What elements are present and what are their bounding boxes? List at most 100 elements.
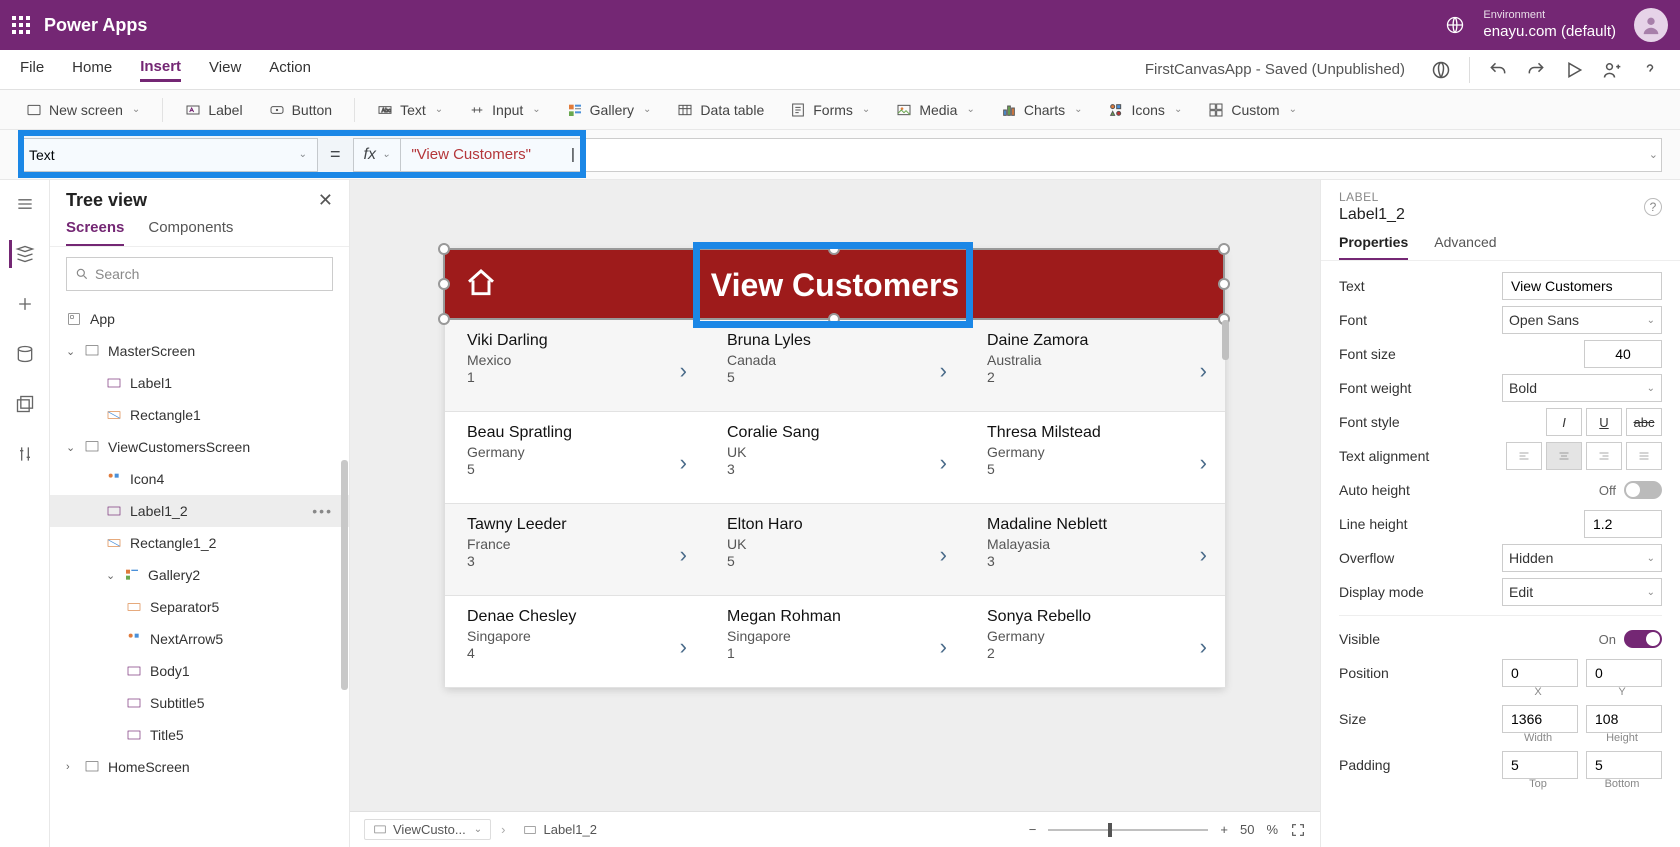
menu-file[interactable]: File [20, 59, 44, 80]
breadcrumb-screen[interactable]: ViewCusto...⌄ [364, 819, 491, 840]
next-arrow-icon[interactable]: › [940, 450, 947, 476]
data-icon[interactable] [11, 340, 39, 368]
prop-pos-y[interactable] [1586, 659, 1662, 687]
prop-pos-x[interactable] [1502, 659, 1578, 687]
tree-view-icon[interactable] [9, 240, 37, 268]
gallery-cell[interactable]: Denae Chesley Singapore 4 › [445, 596, 705, 687]
close-icon[interactable]: ✕ [318, 190, 333, 211]
menu-action[interactable]: Action [269, 59, 311, 80]
tree-node-rectangle1[interactable]: Rectangle1 [50, 399, 349, 431]
ribbon-data-table[interactable]: Data table [669, 102, 772, 118]
next-arrow-icon[interactable]: › [940, 634, 947, 660]
next-arrow-icon[interactable]: › [680, 358, 687, 384]
next-arrow-icon[interactable]: › [1200, 634, 1207, 660]
align-justify-button[interactable] [1626, 442, 1662, 470]
tree-node-nextarrow5[interactable]: NextArrow5 [50, 623, 349, 655]
gallery-row[interactable]: Viki Darling Mexico 1 ›Bruna Lyles Canad… [445, 320, 1225, 412]
prop-autoheight-toggle[interactable] [1624, 481, 1662, 499]
props-help-icon[interactable]: ? [1644, 198, 1662, 216]
ribbon-forms[interactable]: Forms⌄ [782, 102, 878, 118]
align-center-button[interactable] [1546, 442, 1582, 470]
underline-button[interactable]: U [1586, 408, 1622, 436]
tree-node-masterscreen[interactable]: ⌄MasterScreen [50, 335, 349, 367]
zoom-in-button[interactable]: + [1220, 822, 1228, 837]
gallery-row[interactable]: Denae Chesley Singapore 4 ›Megan Rohman … [445, 596, 1225, 688]
gallery-cell[interactable]: Viki Darling Mexico 1 › [445, 320, 705, 411]
gallery-cell[interactable]: Megan Rohman Singapore 1 › [705, 596, 965, 687]
gallery-cell[interactable]: Tawny Leeder France 3 › [445, 504, 705, 595]
undo-icon[interactable] [1488, 60, 1508, 80]
menu-home[interactable]: Home [72, 59, 112, 80]
ribbon-new-screen[interactable]: New screen⌄ [18, 102, 148, 118]
prop-fontweight-select[interactable]: Bold⌄ [1502, 374, 1662, 402]
ribbon-input[interactable]: Input⌄ [461, 102, 549, 118]
gallery-cell[interactable]: Beau Spratling Germany 5 › [445, 412, 705, 503]
tree-node-label1-2[interactable]: Label1_2••• [50, 495, 349, 527]
prop-lineheight-input[interactable] [1584, 510, 1662, 538]
strikethrough-button[interactable]: abc [1626, 408, 1662, 436]
zoom-out-button[interactable]: − [1029, 822, 1037, 837]
gallery-cell[interactable]: Elton Haro UK 5 › [705, 504, 965, 595]
gallery-cell[interactable]: Bruna Lyles Canada 5 › [705, 320, 965, 411]
align-left-button[interactable] [1506, 442, 1542, 470]
tree-node-separator5[interactable]: Separator5 [50, 591, 349, 623]
next-arrow-icon[interactable]: › [680, 450, 687, 476]
next-arrow-icon[interactable]: › [680, 634, 687, 660]
prop-pad-bottom[interactable] [1586, 751, 1662, 779]
menu-insert[interactable]: Insert [140, 58, 181, 82]
tree-node-icon4[interactable]: Icon4 [50, 463, 349, 495]
next-arrow-icon[interactable]: › [940, 542, 947, 568]
tree-node-subtitle5[interactable]: Subtitle5 [50, 687, 349, 719]
ribbon-media[interactable]: Media⌄ [888, 102, 983, 118]
canvas-scrollbar-thumb[interactable] [1222, 320, 1229, 360]
user-avatar[interactable] [1634, 8, 1668, 42]
insert-icon[interactable] [11, 290, 39, 318]
tree-scrollbar-thumb[interactable] [341, 460, 348, 690]
next-arrow-icon[interactable]: › [680, 542, 687, 568]
ribbon-text[interactable]: AbcText⌄ [369, 102, 451, 118]
gallery-row[interactable]: Tawny Leeder France 3 ›Elton Haro UK 5 ›… [445, 504, 1225, 596]
play-icon[interactable] [1564, 60, 1584, 80]
ribbon-icons[interactable]: Icons⌄ [1100, 102, 1190, 118]
fit-to-window-icon[interactable] [1290, 822, 1306, 838]
ribbon-button[interactable]: Button [261, 102, 340, 118]
media-panel-icon[interactable] [11, 390, 39, 418]
tab-screens[interactable]: Screens [66, 219, 124, 246]
app-launcher-icon[interactable] [12, 16, 30, 34]
prop-text-input[interactable] [1502, 272, 1662, 300]
next-arrow-icon[interactable]: › [940, 358, 947, 384]
italic-button[interactable]: I [1546, 408, 1582, 436]
hamburger-icon[interactable] [11, 190, 39, 218]
advanced-tools-icon[interactable] [11, 440, 39, 468]
formula-expand-icon[interactable]: ⌄ [1649, 148, 1658, 161]
menu-view[interactable]: View [209, 59, 241, 80]
formula-input[interactable]: "View Customers"| [400, 138, 1662, 172]
tree-node-title5[interactable]: Title5 [50, 719, 349, 751]
help-icon[interactable] [1640, 60, 1660, 80]
tree-search-input[interactable]: Search [66, 257, 333, 291]
prop-visible-toggle[interactable] [1624, 630, 1662, 648]
align-right-button[interactable] [1586, 442, 1622, 470]
next-arrow-icon[interactable]: › [1200, 450, 1207, 476]
ribbon-charts[interactable]: Charts⌄ [993, 102, 1091, 118]
tree-node-app[interactable]: App [50, 303, 349, 335]
next-arrow-icon[interactable]: › [1200, 358, 1207, 384]
gallery-row[interactable]: Beau Spratling Germany 5 ›Coralie Sang U… [445, 412, 1225, 504]
prop-font-select[interactable]: Open Sans⌄ [1502, 306, 1662, 334]
prop-pad-top[interactable] [1502, 751, 1578, 779]
props-tab-properties[interactable]: Properties [1339, 234, 1408, 260]
zoom-slider[interactable] [1048, 829, 1208, 831]
ribbon-gallery[interactable]: Gallery⌄ [559, 102, 660, 118]
gallery-cell[interactable]: Coralie Sang UK 3 › [705, 412, 965, 503]
gallery-cell[interactable]: Sonya Rebello Germany 2 › [965, 596, 1225, 687]
next-arrow-icon[interactable]: › [1200, 542, 1207, 568]
tree-node-body1[interactable]: Body1 [50, 655, 349, 687]
tree-node-label1[interactable]: Label1 [50, 367, 349, 399]
prop-size-w[interactable] [1502, 705, 1578, 733]
canvas[interactable]: View Customers Viki Darling Mexico [445, 250, 1225, 688]
app-checker-icon[interactable] [1431, 60, 1451, 80]
ribbon-label[interactable]: Label [177, 102, 250, 118]
tab-components[interactable]: Components [148, 219, 233, 246]
gallery-cell[interactable]: Madaline Neblett Malayasia 3 › [965, 504, 1225, 595]
share-icon[interactable] [1602, 60, 1622, 80]
